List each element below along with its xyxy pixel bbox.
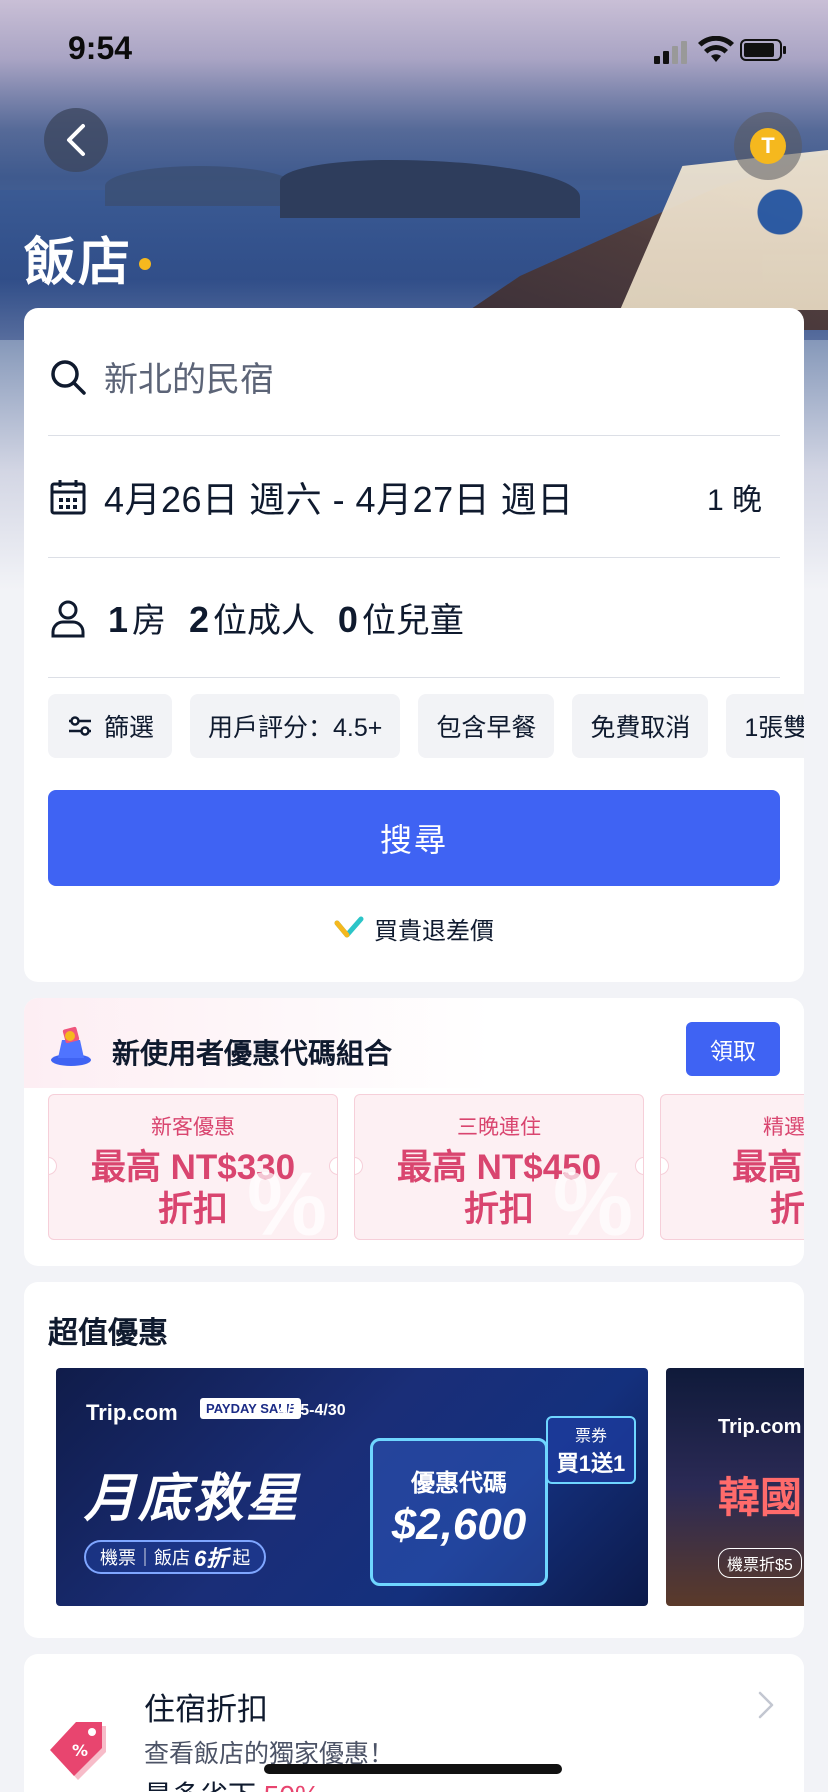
checkmark-icon [334, 916, 364, 938]
status-time: 9:54 [68, 30, 133, 66]
children-count: 0 [337, 599, 358, 640]
coupon-label: 三晚連住 [457, 1116, 541, 1139]
battery-icon [740, 39, 786, 61]
status-bar: 9:54 [0, 0, 828, 100]
filter-chip-bed[interactable]: 1張雙人床 [726, 694, 804, 758]
banner-pill-suffix: 起 [232, 1548, 251, 1568]
banner-code-amount: $2,600 [391, 1500, 527, 1549]
svg-text:%: % [72, 1741, 88, 1760]
filter-chip-filter[interactable]: 篩選 [48, 694, 173, 758]
signal-icon [654, 41, 687, 64]
gift-hat-icon [51, 1026, 91, 1066]
stay-discount-extra: 最多省下 50% [144, 1774, 320, 1792]
banner-pill: 機票折$5 [718, 1548, 802, 1578]
coupon-title: 新使用者優惠代碼組合 [112, 1038, 393, 1069]
banner-headline: 月底救星 [84, 1470, 301, 1528]
destination-field[interactable]: 新北的民宿 [48, 318, 780, 436]
guests-summary: 1房 2 位成人 0 位兒童 [104, 593, 464, 642]
search-icon [51, 359, 86, 395]
deals-title: 超值優惠 [48, 1317, 168, 1350]
home-indicator [264, 1764, 562, 1774]
hero-island [280, 160, 580, 218]
percent-watermark: % [552, 1155, 633, 1240]
children-label: 位兒童 [361, 602, 464, 640]
rooms-count: 1 [108, 599, 129, 640]
destination-placeholder: 新北的民宿 [104, 361, 274, 399]
coupon-suffix: 折扣 [769, 1190, 804, 1229]
chip-label: 篩選 [104, 714, 155, 742]
banner-ticket-tag: 票券 買1送1 [546, 1416, 636, 1484]
date-range-field[interactable]: 4月26日 週六 - 4月27日 週日 1 晚 [48, 436, 780, 558]
banner-date: 4/25-4/30 [278, 1402, 346, 1419]
price-guarantee[interactable]: 買貴退差價 [24, 910, 804, 946]
coupon-item[interactable]: % 新客優惠 最高 NT$330 折扣 [48, 1094, 338, 1240]
price-guarantee-label: 買貴退差價 [374, 917, 494, 945]
promo-banner[interactable]: Trip.com PAYDAY SALE 4/25-4/30 月底救星 機票｜飯… [56, 1368, 648, 1606]
coupon-bundle-card: 新使用者優惠代碼組合 領取 % 新客優惠 最高 NT$330 折扣 % 三晚連住… [24, 998, 804, 1266]
banner-tag-bottom: 買1送1 [556, 1451, 626, 1476]
stay-discount-title: 住宿折扣 [144, 1692, 268, 1727]
banner-brand: Trip.com [718, 1416, 802, 1438]
percent-watermark: % [246, 1155, 327, 1240]
chevron-left-icon [67, 124, 85, 156]
stay-extra-value: 50% [264, 1780, 320, 1792]
filter-chips: 篩選 用戶評分：4.5+ 包含早餐 免費取消 1張雙人床 [48, 694, 804, 758]
banner-headline: 韓國 [718, 1474, 803, 1521]
adults-count: 2 [188, 599, 209, 640]
coupon-list: % 新客優惠 最高 NT$330 折扣 % 三晚連住 最高 NT$450 折扣 … [48, 1094, 804, 1240]
chevron-right-icon [758, 1691, 774, 1719]
banner-brand: Trip.com [86, 1400, 178, 1425]
date-range-text: 4月26日 週六 - 4月27日 週日 [104, 478, 574, 520]
trip-coins-button[interactable]: T [734, 112, 802, 180]
calendar-icon [50, 479, 86, 514]
page-title: 飯店 [24, 234, 133, 292]
trip-coin-icon: T [750, 128, 786, 164]
promo-banner[interactable]: Trip.com 韓國 機票折$5 [666, 1368, 804, 1606]
coupon-label: 精選民宿 [763, 1116, 804, 1139]
back-button[interactable] [44, 108, 108, 172]
user-icon [51, 600, 85, 637]
coupon-label: 新客優惠 [151, 1116, 235, 1139]
discount-tag-icon: % [50, 1722, 106, 1780]
stay-extra-prefix: 最多省下 [144, 1780, 256, 1792]
filter-chip-breakfast[interactable]: 包含早餐 [418, 694, 555, 758]
wifi-icon [698, 36, 734, 62]
search-card: 新北的民宿 4月26日 週六 - 4月27日 週日 1 晚 1房 2 位成人 0位… [24, 308, 804, 982]
claim-button[interactable]: 領取 [686, 1022, 780, 1076]
banner-code-caption: 優惠代碼 [411, 1470, 507, 1497]
banner-pill: 機票｜飯店 6折 起 [84, 1540, 267, 1574]
guests-field[interactable]: 1房 2 位成人 0 位兒童 [48, 558, 780, 678]
filter-chip-rating[interactable]: 用戶評分：4.5+ [190, 694, 401, 758]
title-dot [139, 258, 151, 270]
coupon-amount: 最高 NT$ [732, 1148, 804, 1187]
coupon-item[interactable]: 精選民宿 最高 NT$ 折扣 [660, 1094, 804, 1240]
sliders-icon [69, 716, 91, 736]
hero-island [105, 166, 295, 206]
deals-card: 超值優惠 Trip.com PAYDAY SALE 4/25-4/30 月底救星… [24, 1282, 804, 1638]
banner-tag-top: 票券 [574, 1428, 607, 1445]
coupon-item[interactable]: % 三晚連住 最高 NT$450 折扣 [354, 1094, 644, 1240]
search-button[interactable]: 搜尋 [48, 790, 780, 886]
banner-pill-prefix: 機票｜飯店 [100, 1548, 190, 1568]
adults-label: 位成人 [212, 602, 315, 640]
nights-count: 1 晚 [706, 483, 762, 517]
banner-pill-strong: 6折 [194, 1546, 229, 1571]
rooms-label: 房 [132, 602, 167, 640]
filter-chip-free-cancel[interactable]: 免費取消 [572, 694, 709, 758]
banner-code-box: 優惠代碼 $2,600 [370, 1438, 548, 1586]
